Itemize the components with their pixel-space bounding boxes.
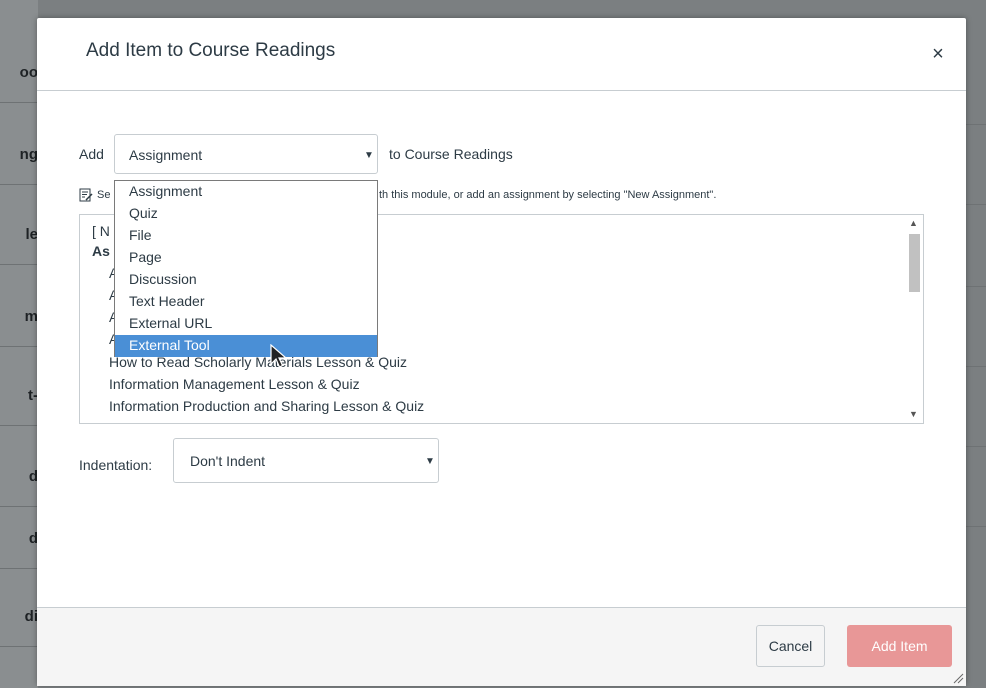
scroll-up-icon[interactable]: ▲ xyxy=(909,218,918,228)
background-row: d xyxy=(0,448,38,507)
close-icon: × xyxy=(932,43,944,65)
scroll-thumb[interactable] xyxy=(909,234,920,292)
background-row: ng xyxy=(0,126,38,185)
dialog-header: Add Item to Course Readings × xyxy=(37,18,966,91)
dropdown-option-file[interactable]: File xyxy=(115,225,377,247)
add-item-button[interactable]: Add Item xyxy=(847,625,952,667)
list-scrollbar[interactable]: ▲ ▼ xyxy=(906,215,923,423)
close-button[interactable]: × xyxy=(928,44,948,64)
background-row: oo xyxy=(0,44,38,103)
item-type-select[interactable]: Assignment ▼ xyxy=(114,134,378,174)
hint-text-start: Se xyxy=(97,189,111,201)
background-row: t- xyxy=(0,367,38,426)
hint-text-end: th this module, or add an assignment by … xyxy=(379,189,717,201)
background-row: di xyxy=(0,588,38,647)
scroll-down-icon[interactable]: ▼ xyxy=(909,409,918,419)
list-item[interactable]: [ N xyxy=(92,221,110,241)
indentation-label: Indentation: xyxy=(79,457,153,473)
dropdown-option-external-url[interactable]: External URL xyxy=(115,313,377,335)
dialog-footer: Cancel Add Item xyxy=(37,607,966,686)
dropdown-option-page[interactable]: Page xyxy=(115,247,377,269)
indentation-value: Don't Indent xyxy=(190,453,266,469)
list-item[interactable]: Information Production and Sharing Lesso… xyxy=(109,396,424,416)
dialog-title: Add Item to Course Readings xyxy=(86,40,336,61)
mouse-cursor-icon xyxy=(270,344,288,368)
add-item-dialog: Add Item to Course Readings × Add Assign… xyxy=(37,18,966,686)
background-row: le xyxy=(0,206,38,265)
dropdown-option-text-header[interactable]: Text Header xyxy=(115,291,377,313)
background-page: oo ng le m t- d d di xyxy=(0,0,38,688)
edit-note-icon xyxy=(79,188,93,202)
dropdown-option-assignment[interactable]: Assignment xyxy=(115,181,377,203)
chevron-down-icon: ▼ xyxy=(425,456,435,467)
resize-grip-icon[interactable] xyxy=(952,672,964,684)
item-type-dropdown: Assignment Quiz File Page Discussion Tex… xyxy=(114,180,378,357)
to-module-label: to Course Readings xyxy=(389,146,513,162)
background-page-right xyxy=(966,0,986,688)
dropdown-option-external-tool[interactable]: External Tool xyxy=(115,335,377,357)
background-row: d xyxy=(0,510,38,569)
chevron-down-icon: ▼ xyxy=(364,150,374,161)
dropdown-option-quiz[interactable]: Quiz xyxy=(115,203,377,225)
list-group-header: As xyxy=(92,243,110,259)
add-label: Add xyxy=(79,146,104,162)
list-item[interactable]: Information Management Lesson & Quiz xyxy=(109,374,360,394)
dropdown-option-discussion[interactable]: Discussion xyxy=(115,269,377,291)
cancel-button[interactable]: Cancel xyxy=(756,625,825,667)
background-row: m xyxy=(0,288,38,347)
item-type-value: Assignment xyxy=(129,147,203,163)
indentation-select[interactable]: Don't Indent ▼ xyxy=(173,438,439,483)
